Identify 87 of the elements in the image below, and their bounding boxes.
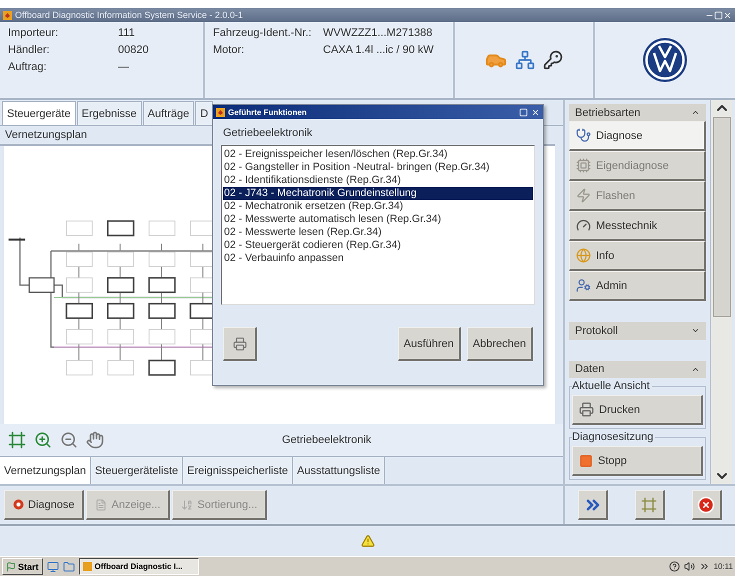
group-title: Diagnosesitzung [572, 431, 656, 444]
section-header[interactable]: Betriebsarten [569, 104, 706, 122]
document-icon [95, 498, 108, 510]
print-button[interactable] [223, 327, 257, 361]
chip-icon [576, 158, 591, 174]
dialog-button[interactable]: Abbrechen [466, 327, 533, 361]
app-icon [3, 10, 12, 20]
field-label: Fahrzeug-Ident.-Nr.: [213, 27, 312, 41]
group-title: Aktuelle Ansicht [572, 380, 652, 392]
field-label: Importeur: [8, 27, 60, 41]
field-value: 00820 [118, 44, 150, 58]
zoom-in-icon[interactable] [34, 431, 52, 449]
window-title: Offboard Diagnostic Information System Service - 2.0.0-1 [15, 10, 244, 20]
printer-icon [579, 402, 594, 418]
flag-icon [6, 562, 16, 572]
action-button[interactable]: Stopp [572, 446, 703, 476]
tab[interactable]: Ausstattungsliste [293, 457, 386, 484]
list-item[interactable]: 02 - Ereignisspeicher lesen/löschen (Rep.Gr.34) [223, 148, 533, 161]
action-button[interactable]: Drucken [572, 395, 703, 426]
frame-button[interactable] [634, 490, 665, 520]
network-icon[interactable] [515, 50, 535, 70]
dialog-title: Geführte Funktionen [228, 108, 308, 116]
app-icon [216, 108, 225, 116]
sort-icon [181, 498, 194, 510]
stethoscope-icon [576, 128, 591, 144]
diagram-caption: Getriebeelektronik [282, 434, 372, 446]
list-item[interactable]: 02 - Mechatronik ersetzen (Rep.Gr.34) [223, 200, 533, 213]
maximize-icon[interactable] [714, 10, 723, 20]
close-icon[interactable] [531, 108, 540, 116]
scrollbar[interactable] [710, 100, 732, 484]
field-value: WVWZZZ1...M271388 [323, 27, 434, 41]
gauge-icon [576, 218, 591, 234]
mode-button[interactable]: Diagnose [569, 121, 706, 152]
list-item[interactable]: 02 - Identifikationsdienste (Rep.Gr.34) [223, 174, 533, 187]
tab[interactable]: Vernetzungsplan [0, 457, 91, 484]
tab[interactable]: Steuergeräteliste [90, 457, 184, 484]
mode-button[interactable]: Admin [569, 271, 706, 302]
help-icon[interactable] [668, 561, 680, 572]
field-value: CAXA 1.4l ...ic / 90 kW [323, 44, 435, 58]
clock: 10:11 [714, 562, 733, 571]
frame-icon [641, 496, 658, 512]
group-label: Getriebeelektronik [222, 126, 314, 141]
list-item[interactable]: 02 - Messwerte lesen (Rep.Gr.34) [223, 226, 533, 239]
list-item[interactable]: 02 - Messwerte automatisch lesen (Rep.Gr.34) [223, 213, 533, 226]
app-icon [82, 562, 92, 571]
printer-icon [232, 336, 246, 350]
taskbar-button[interactable]: Offboard Diagnostic I... [78, 558, 199, 575]
list-item[interactable]: 02 - Verbauinfo anpassen [223, 252, 533, 265]
maximize-icon[interactable] [519, 108, 528, 116]
tab[interactable]: Aufträge [142, 101, 194, 125]
field-label: Händler: [8, 44, 51, 58]
globe-icon [576, 248, 591, 264]
tab[interactable]: D [195, 101, 214, 125]
speaker-icon[interactable] [684, 561, 695, 572]
list-item[interactable]: 02 - Gangsteller in Position -Neutral- bringen (Rep.Gr.34) [223, 161, 533, 174]
start-button[interactable]: Start [2, 558, 43, 575]
tab[interactable]: Ergebnisse [76, 101, 142, 125]
dialog-button[interactable]: Ausführen [398, 327, 461, 361]
mode-button[interactable]: Messtechnik [569, 211, 706, 242]
section-header[interactable]: Daten [569, 360, 706, 378]
lightning-icon [576, 188, 591, 204]
hand-icon[interactable] [86, 431, 104, 449]
field-label: Auftrag: [8, 61, 48, 75]
key-icon[interactable] [543, 50, 563, 70]
stop-icon [579, 454, 593, 468]
zoom-out-icon[interactable] [60, 431, 78, 449]
tab[interactable]: Ereignisspeicherliste [183, 457, 294, 484]
close-button[interactable] [692, 490, 722, 520]
tab[interactable]: Steuergeräte [2, 101, 76, 125]
field-value: 111 [118, 27, 136, 41]
logo-icon [642, 37, 688, 83]
list-item[interactable]: 02 - Steuergerät codieren (Rep.Gr.34) [223, 239, 533, 252]
forward-button[interactable] [578, 490, 608, 520]
record-icon [13, 499, 24, 510]
action-button[interactable]: Diagnose [4, 490, 84, 520]
desktop-icon[interactable] [46, 560, 59, 572]
close-icon [697, 496, 716, 514]
folder-icon[interactable] [62, 560, 75, 572]
field-value: — [118, 61, 130, 75]
warning-icon [360, 534, 374, 548]
close-icon[interactable] [723, 10, 732, 20]
arrows-icon[interactable] [698, 561, 710, 572]
user-settings-icon [576, 278, 591, 294]
section-header[interactable]: Protokoll [569, 322, 706, 340]
list-item[interactable]: 02 - J743 - Mechatronik Grundeinstellung [223, 187, 533, 200]
mode-button[interactable]: Info [569, 241, 706, 272]
field-label: Motor: [213, 44, 246, 58]
